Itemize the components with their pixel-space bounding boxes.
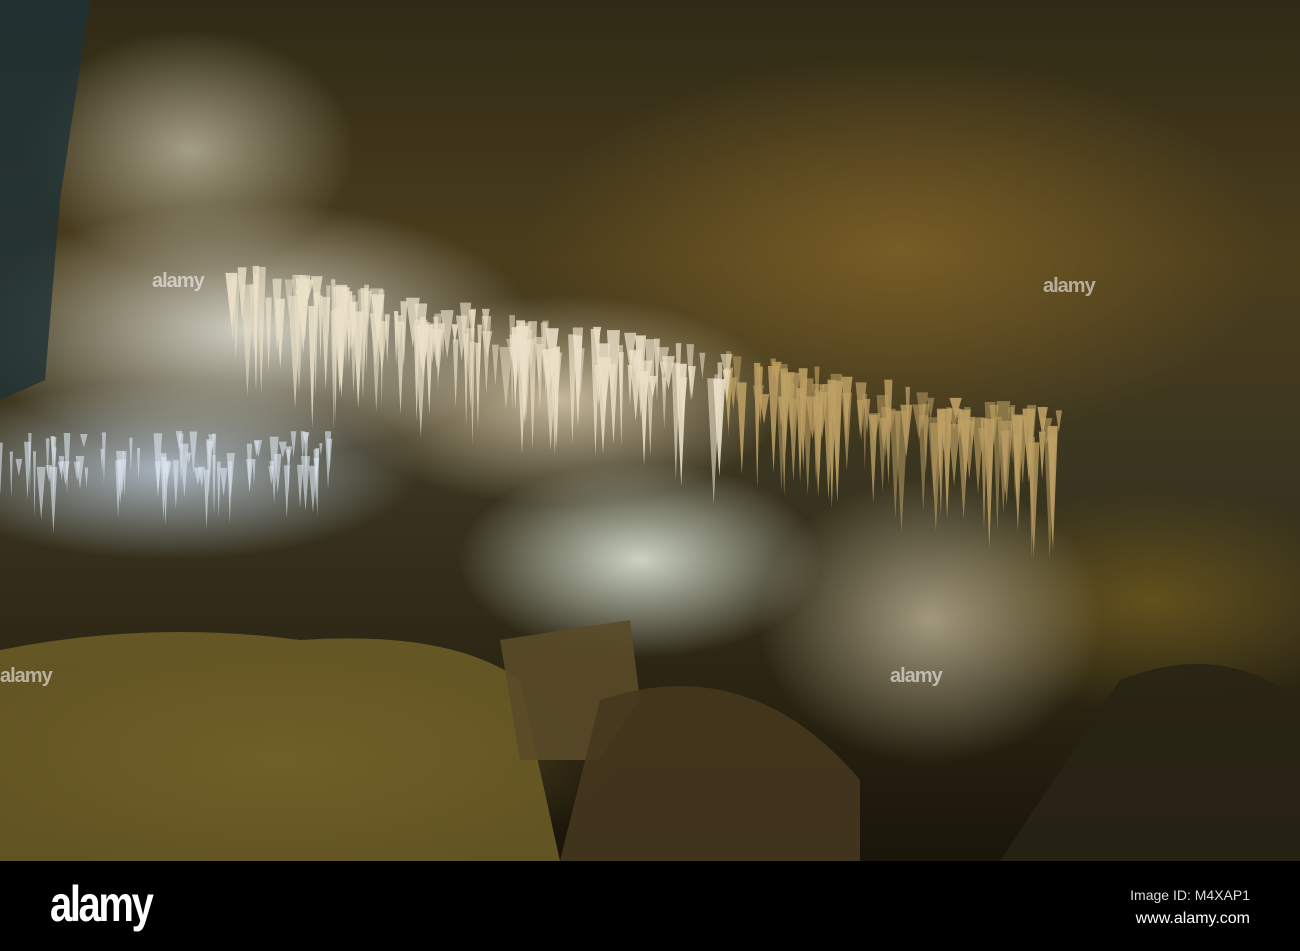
stalactite [189, 431, 198, 473]
stalactite [256, 267, 266, 395]
stalactite [172, 460, 179, 510]
stalactite [137, 448, 141, 482]
stalactite [0, 442, 3, 495]
stalactites [0, 0, 1300, 861]
stalactite [736, 382, 747, 475]
cave-wall [1000, 664, 1300, 861]
footer-bar: alamy Image ID: M4XAP1 www.alamy.com [0, 861, 1300, 951]
stalactite [699, 352, 706, 380]
stalactite [33, 451, 37, 518]
stalactite [499, 347, 513, 410]
stalactite [491, 344, 499, 386]
stalactite [15, 458, 23, 477]
stalactite [154, 461, 162, 492]
stalactite [319, 443, 323, 456]
stalactite [129, 437, 133, 473]
stalactite [80, 433, 88, 448]
stalactite [36, 466, 46, 520]
stalactite [226, 453, 235, 500]
stalactite [84, 467, 89, 488]
stalactite [203, 469, 210, 530]
stalactite [754, 362, 761, 489]
stalactite [252, 459, 256, 486]
stalactite [687, 366, 696, 400]
stalactite [627, 364, 633, 407]
watermark-logo: alamy [152, 270, 205, 292]
stalactite [49, 467, 58, 534]
stalactite [9, 451, 13, 499]
stalactite [297, 464, 304, 508]
alamy-logo: alamy [50, 876, 154, 932]
image-id: Image ID: M4XAP1 [1130, 887, 1250, 903]
watermark-logo: alamy [890, 665, 943, 687]
rock-floor [560, 686, 860, 861]
stalactite [452, 339, 459, 408]
site-url[interactable]: www.alamy.com [1136, 910, 1250, 928]
cave-wall [0, 0, 90, 400]
stalactite [290, 431, 297, 458]
stalactite [219, 467, 228, 497]
stalactite [321, 296, 331, 390]
stalactite [216, 461, 221, 519]
stalactite [246, 458, 254, 493]
stalactite [283, 465, 290, 519]
stalactite [265, 297, 272, 372]
cave-photo: alamy alamy alamy alamy [0, 0, 1300, 861]
watermark-logo: alamy [1043, 275, 1096, 297]
rock-floor [0, 632, 560, 861]
watermark-logo: alamy [0, 665, 53, 687]
